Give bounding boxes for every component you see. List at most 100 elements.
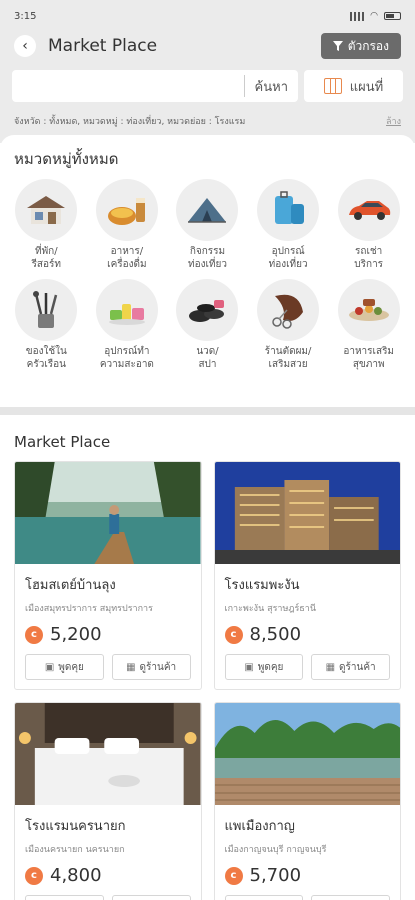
category-item-activities[interactable]: กิจกรรม ท่องเที่ยว [167,179,248,273]
card-actions: ▣ พูดคุย ▦ ดูร้านค้า [224,895,390,900]
filter-button-label: ตัวกรอง [347,38,389,53]
hotel-tower-photo [214,462,400,564]
chat-button-label: พูดคุย [257,661,284,673]
market-card[interactable]: โรงแรมนครนายก เมืองนครนายก นครนายก c 4,8… [14,702,202,900]
category-section: หมวดหมู่ทั้งหมด ที่พัก/ รีสอร์ท อาหาร/ เ… [0,135,415,407]
category-label: อุปกรณ์ ท่องเที่ยว [268,246,308,270]
view-shop-button[interactable]: ▦ ดูร้านค้า [111,654,191,680]
view-shop-label: ดูร้านค้า [139,661,177,673]
category-section-title: หมวดหมู่ทั้งหมด [14,150,119,168]
view-shop-button[interactable]: ▦ ดูร้านค้า [311,895,390,900]
search-row: ค้นหา แผนที่ [0,70,415,102]
map-icon [323,78,342,94]
price-row: c 4,800 [25,865,191,886]
view-shop-label: ดูร้านค้า [339,661,376,673]
category-label: รถเช่า บริการ [354,246,384,270]
card-title: โรงแรมพะงัน [224,578,300,593]
card-title: แพเมืองกาญ [224,819,295,834]
category-label: ที่พัก/ รีสอร์ท [31,246,62,270]
card-price: 5,200 [50,624,102,645]
search-box: ค้นหา [12,70,298,102]
status-time: 3:15 [14,10,37,22]
card-actions: ▣ พูดคุย ▦ ดูร้านค้า [25,654,191,680]
view-shop-button[interactable]: ▦ ดูร้านค้า [311,654,390,680]
card-title: โรงแรมนครนายก [25,819,126,834]
chat-button[interactable]: ▣ พูดคุย [224,895,304,900]
section-divider [0,407,415,415]
chat-bubble-icon: ▣ [44,661,55,673]
category-label: อาหาร/ เครื่องดื่ม [107,246,147,270]
price-row: c 5,700 [224,865,391,886]
chat-button[interactable]: ▣ พูดคุย [25,895,104,900]
price-row: c 8,500 [224,624,391,645]
river-raft-photo [214,703,400,805]
category-item-salon[interactable]: ร้านตัดผม/ เสริมสวย [248,279,329,373]
back-button[interactable]: ‹ [14,35,36,57]
card-price: 4,800 [50,865,102,886]
app-header: ‹ Market Place ตัวกรอง [0,32,415,60]
category-grid: ที่พัก/ รีสอร์ท อาหาร/ เครื่องดื่ม กิจกร… [0,179,415,373]
coin-icon: c [25,625,43,644]
category-item-cleaning[interactable]: อุปกรณ์ทำ ความสะอาด [87,279,168,373]
wifi-icon: ◠ [370,11,378,21]
category-label: นวด/ สปา [196,346,219,370]
card-actions: ▣ พูดคุย ▦ ดูร้านค้า [25,895,191,900]
food-icon [95,179,158,241]
category-item-food[interactable]: อาหาร/ เครื่องดื่ม [87,179,168,273]
market-card[interactable]: โฮมสเตย์บ้านลุง เมืองสมุทรปราการ สมุทรปร… [14,461,202,690]
search-button[interactable]: ค้นหา [245,76,298,97]
view-shop-button[interactable]: ▦ ดูร้านค้า [111,895,191,900]
coin-icon: c [224,625,243,644]
store-icon: ▦ [325,661,336,673]
chat-button-label: พูดคุย [58,661,84,673]
card-title: โฮมสเตย์บ้านลุง [25,578,116,593]
chat-button[interactable]: ▣ พูดคุย [25,654,104,680]
page-title: Market Place [48,36,158,56]
chat-button[interactable]: ▣ พูดคุย [224,654,304,680]
kitchen-utensils-icon [15,279,78,341]
market-grid: โฮมสเตย์บ้านลุง เมืองสมุทรปราการ สมุทรปร… [0,461,415,900]
search-input[interactable] [12,70,244,102]
price-row: c 5,200 [25,624,191,645]
card-location: เกาะพะงัน สุราษฎร์ธานี [224,604,316,614]
category-item-supplements[interactable]: อาหารเสริม สุขภาพ [328,279,409,373]
coin-icon: c [224,866,243,885]
market-section-title: Market Place [14,433,111,451]
hair-salon-icon [257,279,320,341]
category-label: อาหารเสริม สุขภาพ [343,346,395,370]
signal-icon [350,11,365,21]
spa-stones-icon [176,279,239,341]
status-icons: ◠ [350,11,401,21]
category-label: ร้านตัดผม/ เสริมสวย [264,346,312,370]
category-item-spa[interactable]: นวด/ สปา [167,279,248,373]
status-bar: 3:15 ◠ [0,0,415,32]
category-item-car-rental[interactable]: รถเช่า บริการ [328,179,409,273]
funnel-icon [332,41,343,51]
category-label: กิจกรรม ท่องเที่ยว [188,246,227,270]
category-label: อุปกรณ์ทำ ความสะอาด [99,346,154,370]
hotel-room-photo [15,703,201,805]
filter-button[interactable]: ตัวกรอง [320,33,401,59]
card-location: เมืองกาญจนบุรี กาญจนบุรี [224,845,327,855]
category-item-household[interactable]: ของใช้ใน ครัวเรือน [6,279,87,373]
coin-icon: c [25,866,43,885]
category-item-accommodation[interactable]: ที่พัก/ รีสอร์ท [6,179,87,273]
top-panel: 3:15 ◠ ‹ Market Place ตัวกรอง ค้นหา แผนท… [0,0,415,143]
market-card[interactable]: แพเมืองกาญ เมืองกาญจนบุรี กาญจนบุรี c 5,… [213,702,401,900]
market-card[interactable]: โรงแรมพะงัน เกาะพะงัน สุราษฎร์ธานี c 8,5… [213,461,401,690]
supplement-icon [337,279,400,341]
chevron-left-icon: ‹ [22,38,28,54]
clear-filter-link[interactable]: ล้าง [386,114,401,128]
store-icon: ▦ [126,661,136,673]
category-label: ของใช้ใน ครัวเรือน [25,346,67,370]
category-item-travel-gear[interactable]: อุปกรณ์ ท่องเที่ยว [248,179,329,273]
card-location: เมืองนครนายก นครนายก [25,845,125,855]
luggage-icon [257,179,320,241]
river-boat-photo [15,462,201,564]
house-icon [15,179,78,241]
card-price: 5,700 [249,865,302,886]
map-button[interactable]: แผนที่ [304,70,403,102]
filter-summary-text: จังหวัด : ทั้งหมด, หมวดหมู่ : ท่องเที่ยว… [14,117,246,127]
cleaning-supplies-icon [95,279,158,341]
map-button-label: แผนที่ [349,79,384,95]
